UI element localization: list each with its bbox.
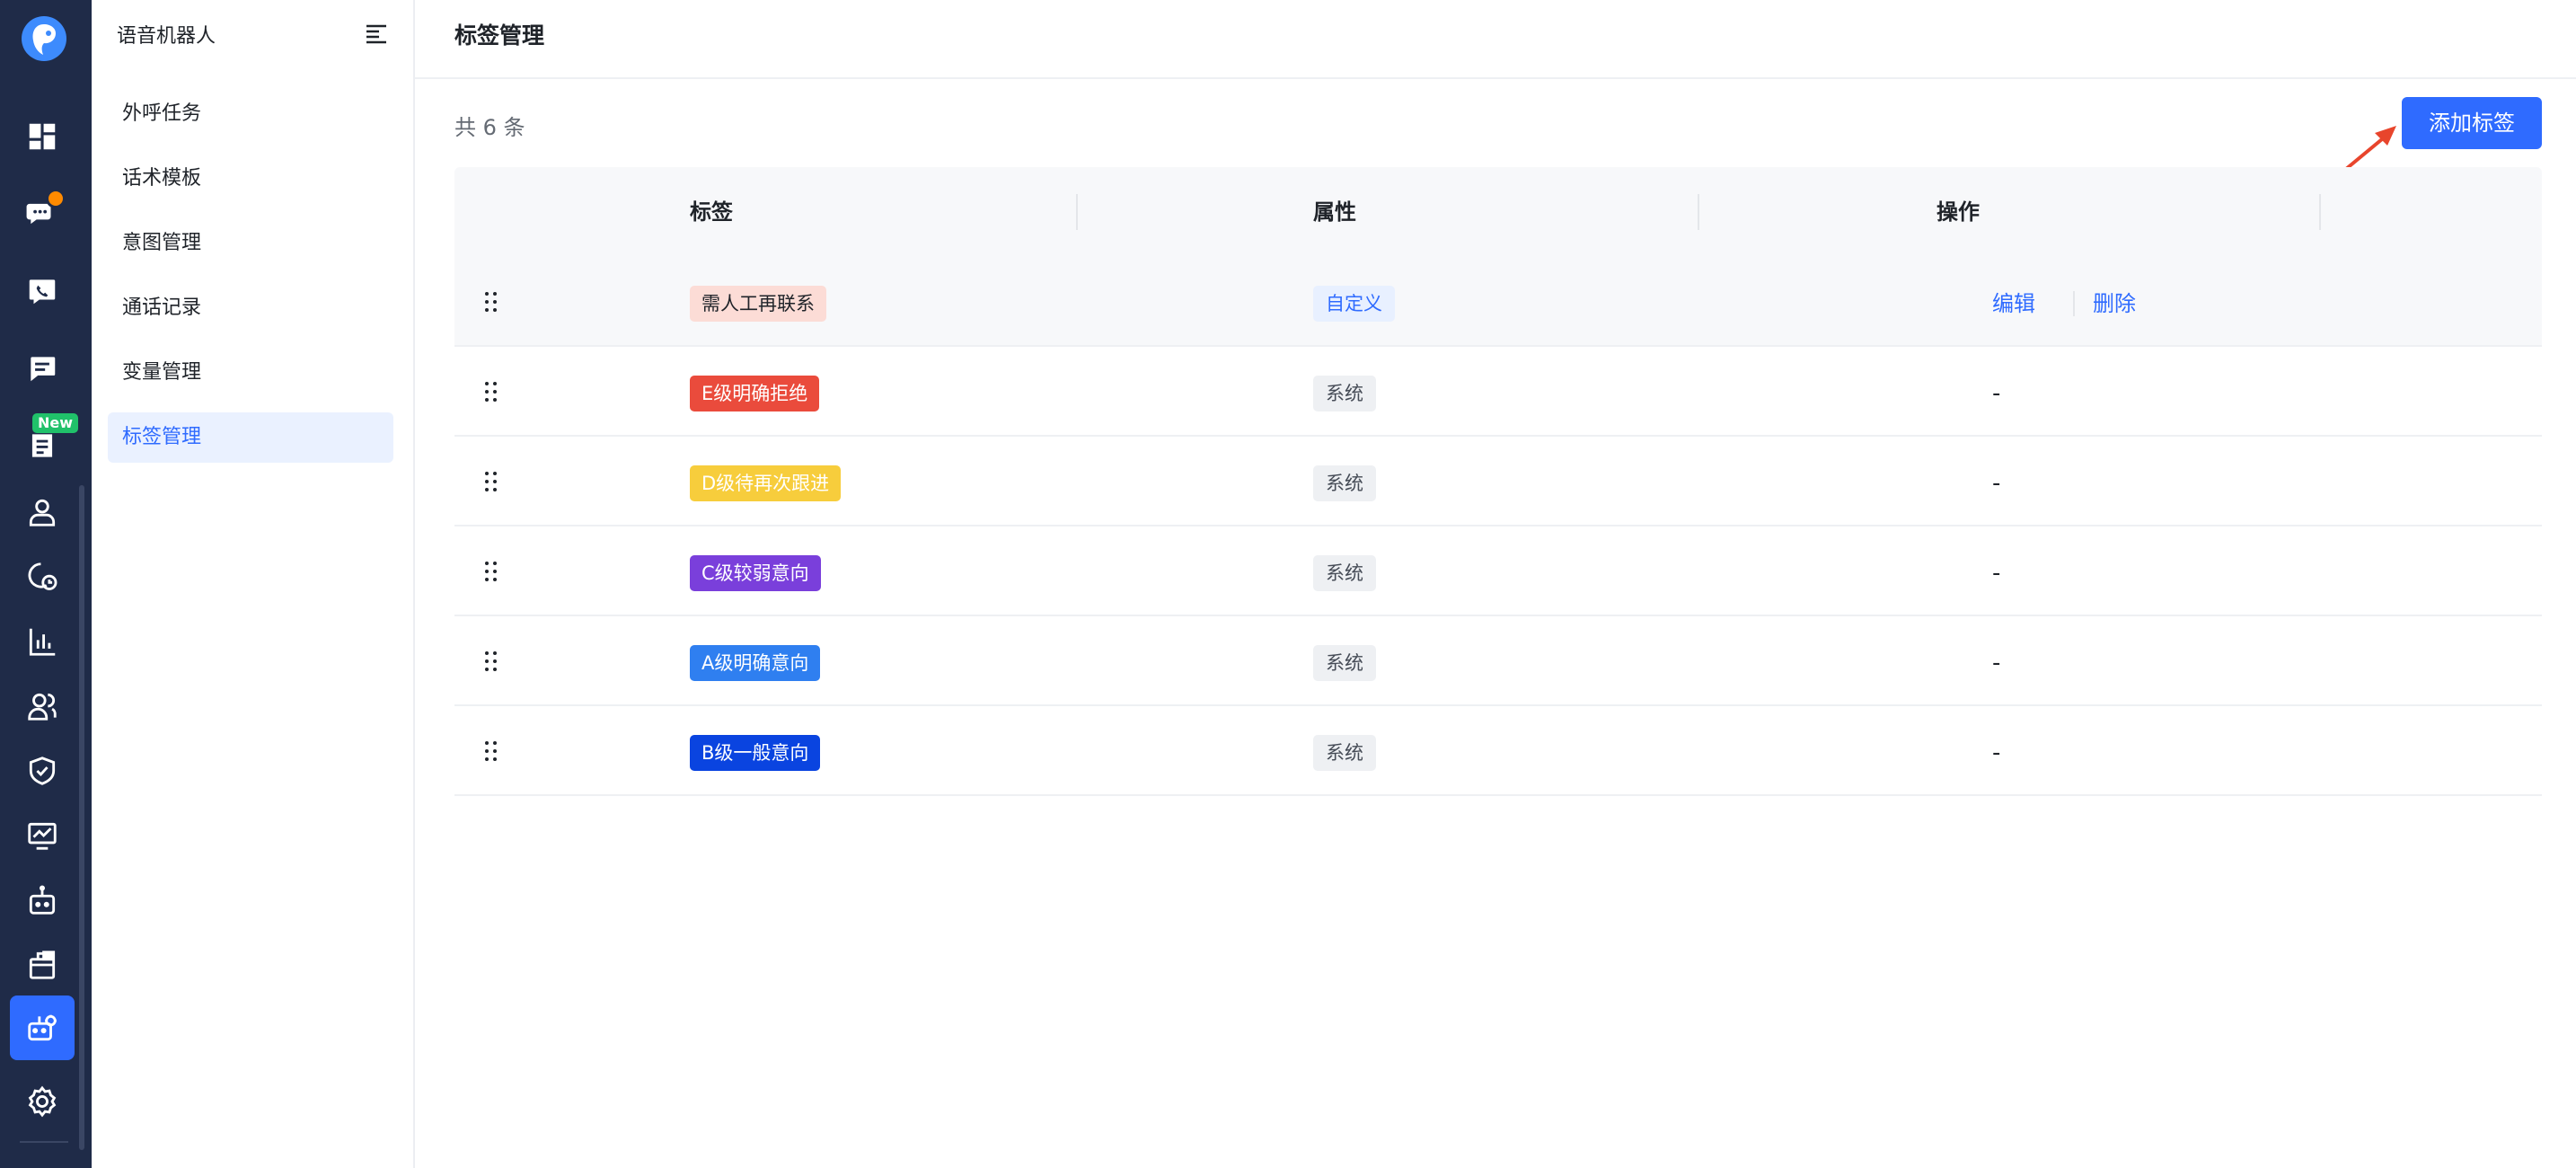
no-action-dash: -	[1992, 739, 2001, 766]
action-separator	[2073, 291, 2075, 316]
column-separator	[1698, 194, 1699, 230]
table-header: 标签 属性 操作	[454, 167, 2542, 257]
table-row[interactable]: A级明确意向 系统 -	[454, 616, 2542, 706]
gear-icon[interactable]	[10, 1069, 75, 1134]
total-count: 共 6 条	[454, 115, 525, 140]
package-icon[interactable]	[10, 933, 75, 997]
no-action-dash: -	[1992, 650, 2001, 677]
users-icon[interactable]	[10, 674, 75, 739]
rail-divider	[20, 1141, 68, 1143]
drag-handle-icon[interactable]	[483, 561, 499, 582]
chat-bubbles-icon[interactable]	[10, 181, 75, 246]
attribute-badge: 系统	[1313, 735, 1376, 771]
column-header-action: 操作	[1936, 199, 1980, 225]
attribute-badge: 系统	[1313, 465, 1376, 501]
main-content: 标签管理 共 6 条 添加标签 标签 属性 操作 需人工再联系 自定义 编辑 删除 E级…	[415, 0, 2576, 1168]
menu-item-call-records[interactable]: 通话记录	[108, 283, 393, 333]
shield-check-icon[interactable]	[10, 739, 75, 803]
submenu-panel: 语音机器人 外呼任务 话术模板 意图管理 通话记录 变量管理 标签管理	[92, 0, 415, 1168]
menu-item-variables[interactable]: 变量管理	[108, 348, 393, 398]
new-badge: New	[31, 413, 78, 433]
table-row[interactable]: E级明确拒绝 系统 -	[454, 347, 2542, 437]
header-divider	[415, 77, 2576, 79]
page-title: 标签管理	[454, 22, 545, 49]
dashboard-icon[interactable]	[10, 104, 75, 169]
column-separator	[2319, 194, 2321, 230]
app-logo-icon[interactable]	[22, 16, 66, 61]
delete-link[interactable]: 删除	[2093, 284, 2136, 323]
table-row[interactable]: C级较弱意向 系统 -	[454, 526, 2542, 616]
attribute-badge: 系统	[1313, 645, 1376, 681]
rail-scrollbar[interactable]	[79, 485, 84, 1150]
collapse-menu-icon[interactable]	[363, 22, 390, 47]
table-row[interactable]: B级一般意向 系统 -	[454, 706, 2542, 796]
tag-chip: C级较弱意向	[690, 555, 821, 591]
attribute-badge: 系统	[1313, 376, 1376, 411]
robot-icon[interactable]	[10, 868, 75, 933]
robot-settings-icon[interactable]	[10, 995, 75, 1060]
drag-handle-icon[interactable]	[483, 740, 499, 762]
tag-chip: 需人工再联系	[690, 286, 826, 322]
tag-chip: B级一般意向	[690, 735, 821, 771]
menu-item-intent[interactable]: 意图管理	[108, 218, 393, 269]
drag-handle-icon[interactable]	[483, 471, 499, 492]
doc-icon[interactable]: New	[10, 413, 78, 478]
notification-dot	[46, 189, 66, 208]
column-header-attribute: 属性	[1313, 199, 1356, 225]
add-tag-button[interactable]: 添加标签	[2402, 97, 2542, 149]
menu-item-tags[interactable]: 标签管理	[108, 412, 393, 463]
tag-table: 标签 属性 操作 需人工再联系 自定义 编辑 删除 E级明确拒绝 系统 - D级待再次跟进 系统…	[454, 167, 2542, 796]
user-icon[interactable]	[10, 480, 75, 544]
message-icon[interactable]	[10, 336, 75, 401]
drag-handle-icon[interactable]	[483, 381, 499, 403]
column-header-tag: 标签	[690, 199, 733, 225]
monitor-chart-icon[interactable]	[10, 803, 75, 868]
tag-chip: D级待再次跟进	[690, 465, 842, 501]
bar-chart-icon[interactable]	[10, 609, 75, 674]
clock-chat-icon[interactable]	[10, 544, 75, 609]
attribute-badge: 系统	[1313, 555, 1376, 591]
phone-chat-icon[interactable]	[10, 259, 75, 323]
menu-item-outbound-task[interactable]: 外呼任务	[108, 89, 393, 139]
icon-rail: New	[0, 0, 92, 1168]
table-row[interactable]: 需人工再联系 自定义 编辑 删除	[454, 257, 2542, 347]
column-separator	[1076, 194, 1078, 230]
no-action-dash: -	[1992, 560, 2001, 587]
attribute-badge: 自定义	[1313, 286, 1395, 322]
drag-handle-icon[interactable]	[483, 291, 499, 313]
tag-chip: E级明确拒绝	[690, 376, 820, 411]
tag-chip: A级明确意向	[690, 645, 821, 681]
drag-handle-icon[interactable]	[483, 650, 499, 672]
table-row[interactable]: D级待再次跟进 系统 -	[454, 437, 2542, 526]
no-action-dash: -	[1992, 380, 2001, 407]
no-action-dash: -	[1992, 470, 2001, 497]
menu-item-script-template[interactable]: 话术模板	[108, 154, 393, 204]
edit-link[interactable]: 编辑	[1992, 284, 2035, 323]
table-body: 需人工再联系 自定义 编辑 删除 E级明确拒绝 系统 - D级待再次跟进 系统 - C级较弱意向 系统…	[454, 257, 2542, 796]
submenu-title: 语音机器人	[117, 25, 216, 48]
